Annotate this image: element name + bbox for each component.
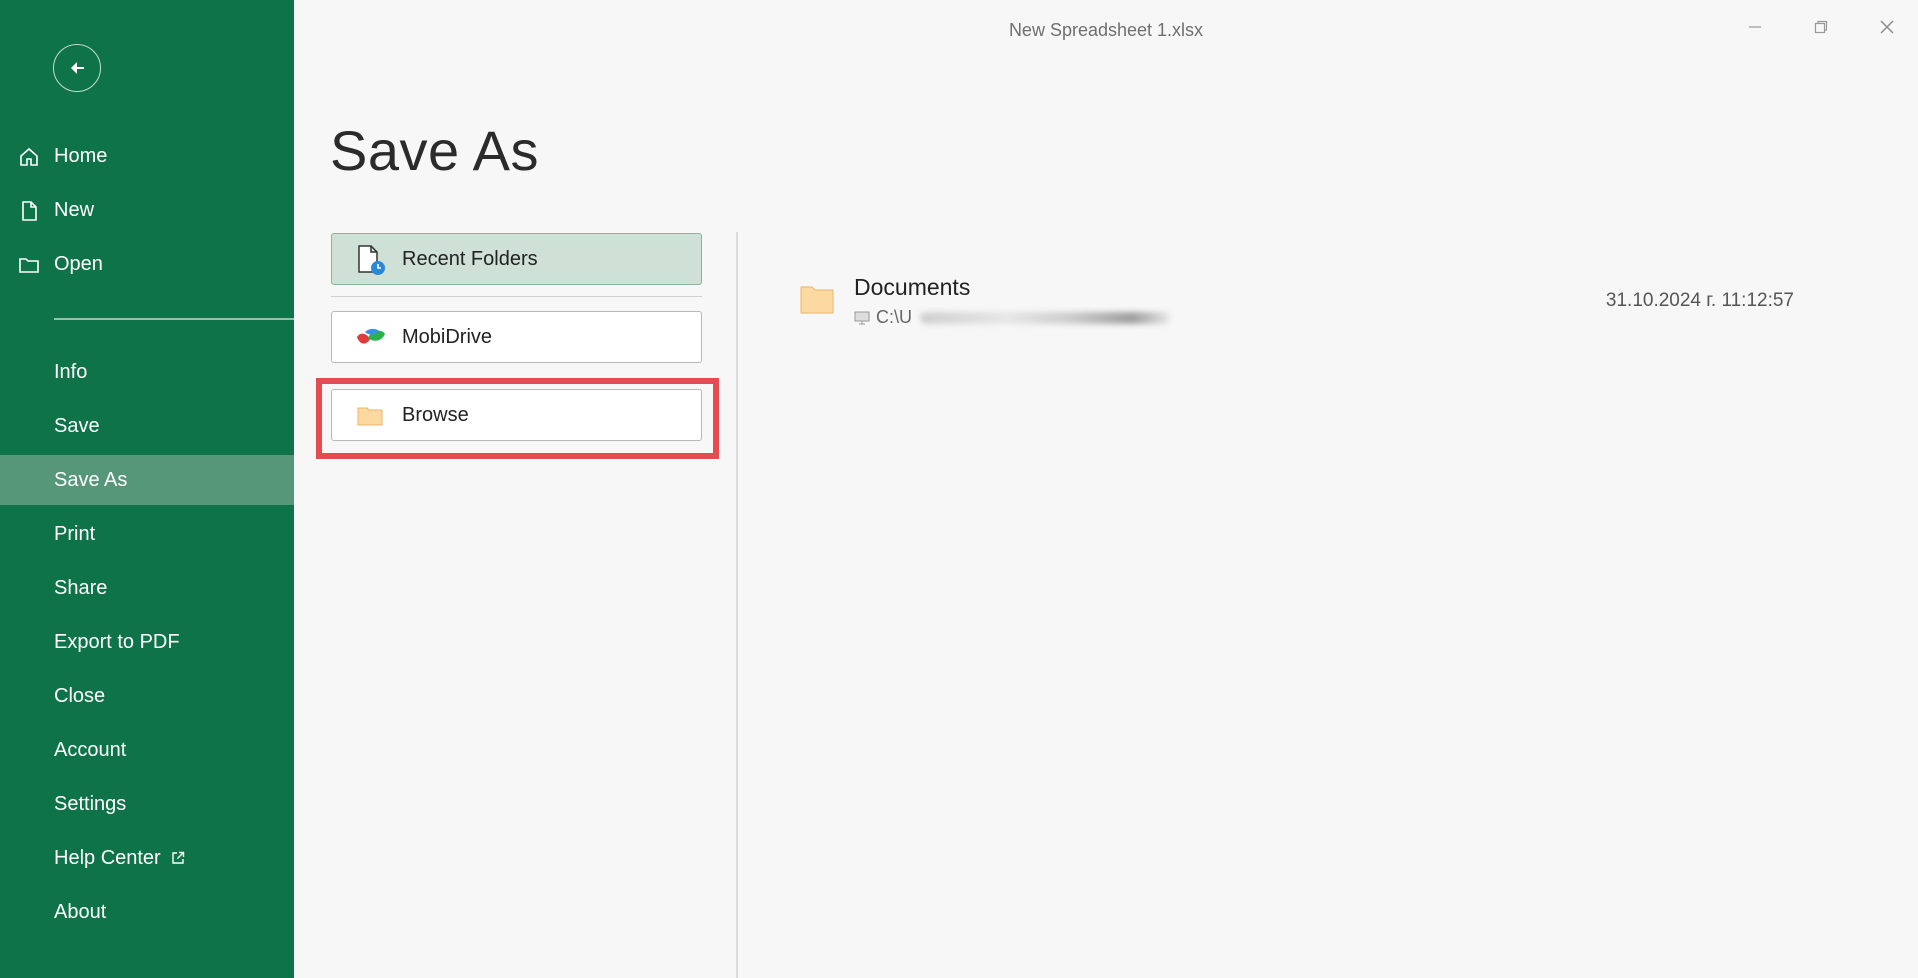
home-icon [20, 147, 38, 166]
location-label: Browse [402, 403, 469, 426]
mobidrive-icon [357, 328, 385, 344]
sidebar-item-save-as[interactable]: Save As [0, 455, 294, 505]
restore-icon [1814, 20, 1828, 34]
browse-button[interactable]: Browse [331, 389, 702, 441]
folder-icon [357, 407, 383, 426]
sidebar-item-label: Open [54, 252, 103, 275]
sidebar-item-label: Account [54, 738, 127, 761]
sidebar-item-label: Close [54, 684, 106, 707]
redacted-path [920, 311, 1170, 324]
location-label: Recent Folders [402, 247, 538, 270]
sidebar-divider [54, 318, 294, 320]
sidebar-item-label: Info [54, 360, 88, 383]
sidebar-item-settings[interactable]: Settings [0, 779, 294, 829]
sidebar-item-label: Export to PDF [54, 630, 180, 653]
backstage-sidebar: Home New Open Info Save Save As Print Sh… [0, 0, 294, 978]
minimize-icon [1749, 26, 1761, 28]
sidebar-item-new[interactable]: New [0, 185, 294, 235]
folder-date: 31.10.2024 г. 11:12:57 [1605, 290, 1794, 311]
sidebar-item-account[interactable]: Account [0, 725, 294, 775]
sidebar-item-export-pdf[interactable]: Export to PDF [0, 617, 294, 667]
sidebar-item-close[interactable]: Close [0, 671, 294, 721]
panel-separator [736, 232, 738, 978]
sidebar-item-label: Settings [54, 792, 127, 815]
page-title: Save As [330, 119, 539, 182]
sidebar-item-label: Share [54, 576, 108, 599]
sidebar-item-info[interactable]: Info [0, 347, 294, 397]
close-icon [1880, 20, 1894, 34]
folder-path: C:\U [854, 307, 1170, 328]
recent-folders-button[interactable]: Recent Folders [331, 233, 702, 285]
sidebar-item-print[interactable]: Print [0, 509, 294, 559]
sidebar-item-open[interactable]: Open [0, 239, 294, 289]
sidebar-item-label: Save As [54, 468, 128, 491]
folder-path-text: C:\U [876, 307, 912, 327]
sidebar-item-save[interactable]: Save [0, 401, 294, 451]
sidebar-item-label-wrap: Help Center [54, 847, 185, 870]
sidebar-item-help-center[interactable]: Help Center [0, 833, 294, 883]
recent-folder-item[interactable]: Documents C:\U 31.10.2024 г. 11:12:57 [790, 270, 1820, 334]
location-label: MobiDrive [402, 325, 493, 348]
sidebar-item-label: New [54, 198, 95, 221]
back-button[interactable] [53, 44, 101, 92]
sidebar-item-label: Help Center [54, 846, 161, 869]
sidebar-item-share[interactable]: Share [0, 563, 294, 613]
mobidrive-button[interactable]: MobiDrive [331, 311, 702, 363]
location-separator [331, 296, 702, 297]
sidebar-item-label: Save [54, 414, 100, 437]
sidebar-item-home[interactable]: Home [0, 131, 294, 181]
sidebar-item-label: Print [54, 522, 96, 545]
sidebar-item-label: About [54, 900, 107, 923]
sidebar-item-label: Home [54, 144, 108, 167]
restore-button[interactable] [1798, 12, 1844, 42]
computer-icon [854, 311, 870, 324]
arrow-left-icon [71, 62, 84, 74]
folder-name: Documents [854, 274, 971, 300]
window-title: New Spreadsheet 1.xlsx [1008, 20, 1204, 40]
sidebar-item-about[interactable]: About [0, 887, 294, 937]
minimize-button[interactable] [1732, 12, 1778, 42]
external-link-icon [172, 852, 184, 864]
folder-icon [800, 286, 834, 314]
open-folder-icon [19, 258, 39, 273]
recent-folders-icon [358, 245, 385, 275]
close-window-button[interactable] [1864, 12, 1910, 42]
new-file-icon [22, 201, 37, 221]
